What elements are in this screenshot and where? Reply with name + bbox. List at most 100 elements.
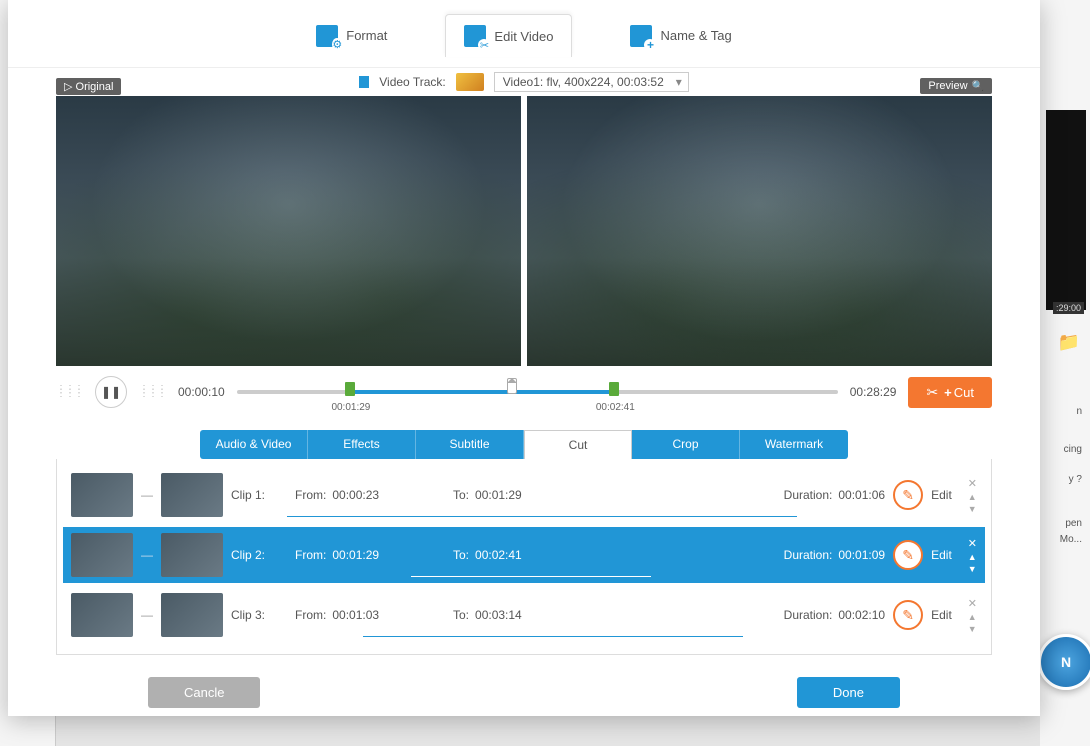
- to-value: 00:03:14: [475, 608, 522, 622]
- timeline-marker-end[interactable]: [609, 382, 619, 396]
- cut-button[interactable]: +Cut: [908, 377, 992, 408]
- clip-thumb-start: [71, 473, 133, 517]
- track-label: Video Track:: [379, 75, 445, 89]
- duration-value: 00:02:10: [838, 608, 885, 622]
- dash-icon: —: [141, 548, 153, 562]
- move-down-icon[interactable]: ▼: [968, 504, 977, 514]
- clip-name: Clip 2:: [231, 548, 287, 562]
- clip-row[interactable]: —Clip 1:From:00:00:23To:00:01:29Duration…: [63, 467, 985, 523]
- bg-text: n: [1076, 406, 1082, 417]
- clip-thumb-end: [161, 473, 223, 517]
- bg-run-button[interactable]: N: [1038, 634, 1090, 690]
- dash-icon: —: [141, 608, 153, 622]
- preview-video-pane: [527, 96, 992, 366]
- drag-handle-icon[interactable]: ⋮⋮⋮⋮⋮⋮: [56, 388, 83, 396]
- pause-button[interactable]: ❚❚: [95, 376, 127, 408]
- bg-text: Mo...: [1060, 534, 1082, 545]
- from-value: 00:01:03: [332, 608, 379, 622]
- duration-value: 00:01:06: [838, 488, 885, 502]
- to-label: To:: [453, 548, 469, 562]
- tab-effects[interactable]: Effects: [308, 430, 416, 459]
- clip-edit-label[interactable]: Edit: [931, 548, 952, 562]
- tab-name-tag[interactable]: Name & Tag: [612, 14, 749, 57]
- track-thumb: [456, 73, 484, 91]
- cancel-button[interactable]: Cancle: [148, 677, 260, 708]
- bg-text: pen: [1065, 518, 1082, 529]
- clip-edit-button[interactable]: ✎: [893, 540, 923, 570]
- clip-remove-icon[interactable]: ✕: [968, 477, 977, 490]
- dash-icon: —: [141, 488, 153, 502]
- marker-end-label: 00:02:41: [596, 402, 635, 413]
- underline: [363, 636, 743, 637]
- clip-edit-label[interactable]: Edit: [931, 608, 952, 622]
- timeline-playhead[interactable]: [507, 378, 517, 394]
- track-icon: [359, 76, 369, 88]
- from-label: From:: [295, 488, 326, 502]
- format-icon: [316, 25, 338, 47]
- edit-tabs: Audio & Video Effects Subtitle Cut Crop …: [56, 430, 992, 459]
- to-label: To:: [453, 488, 469, 502]
- duration-label: Duration:: [784, 548, 833, 562]
- clip-remove-icon[interactable]: ✕: [968, 597, 977, 610]
- tab-cut[interactable]: Cut: [524, 430, 632, 459]
- clip-row[interactable]: —Clip 2:From:00:01:29To:00:02:41Duration…: [63, 527, 985, 583]
- clip-name: Clip 1:: [231, 488, 287, 502]
- clip-thumb-end: [161, 593, 223, 637]
- tab-subtitle[interactable]: Subtitle: [416, 430, 524, 459]
- move-down-icon[interactable]: ▼: [968, 624, 977, 634]
- bg-text: y ?: [1069, 474, 1082, 485]
- clip-remove-icon[interactable]: ✕: [968, 537, 977, 550]
- tag-icon: [630, 25, 652, 47]
- marker-start-label: 00:01:29: [331, 402, 370, 413]
- move-down-icon[interactable]: ▼: [968, 564, 977, 574]
- tab-label: Name & Tag: [660, 28, 731, 43]
- done-button[interactable]: Done: [797, 677, 900, 708]
- tab-audio-video[interactable]: Audio & Video: [200, 430, 308, 459]
- preview-badge[interactable]: Preview: [920, 78, 992, 94]
- move-up-icon[interactable]: ▲: [968, 612, 977, 622]
- tab-crop[interactable]: Crop: [632, 430, 740, 459]
- clip-row[interactable]: —Clip 3:From:00:01:03To:00:03:14Duration…: [63, 587, 985, 643]
- tab-label: Edit Video: [494, 29, 553, 44]
- clip-thumb-start: [71, 533, 133, 577]
- clip-edit-button[interactable]: ✎: [893, 480, 923, 510]
- to-value: 00:01:29: [475, 488, 522, 502]
- move-up-icon[interactable]: ▲: [968, 492, 977, 502]
- from-value: 00:01:29: [332, 548, 379, 562]
- bg-right-panel: :29:00 📁 n cing y ? pen Mo... N: [1040, 0, 1090, 746]
- tab-watermark[interactable]: Watermark: [740, 430, 848, 459]
- folder-icon[interactable]: 📁: [1058, 332, 1080, 353]
- underline: [287, 516, 797, 517]
- timeline-selection: [345, 390, 615, 394]
- tab-format[interactable]: Format: [298, 14, 405, 57]
- underline: [411, 576, 651, 577]
- clip-name: Clip 3:: [231, 608, 287, 622]
- bg-text: cing: [1064, 444, 1082, 455]
- bg-preview-thumb: [1046, 110, 1086, 310]
- to-value: 00:02:41: [475, 548, 522, 562]
- timeline-marker-start[interactable]: [345, 382, 355, 396]
- move-up-icon[interactable]: ▲: [968, 552, 977, 562]
- preview-area: Original Preview: [56, 96, 992, 366]
- playback-controls: ⋮⋮⋮⋮⋮⋮ ❚❚ ⋮⋮⋮⋮⋮⋮ 00:00:10 00:01:29 00:02…: [56, 376, 992, 408]
- clip-reorder-controls: ✕ ▲ ▼: [968, 477, 977, 514]
- clip-edit-button[interactable]: ✎: [893, 600, 923, 630]
- total-time: 00:28:29: [850, 385, 897, 399]
- current-time: 00:00:10: [178, 385, 225, 399]
- clip-reorder-controls: ✕ ▲ ▼: [968, 597, 977, 634]
- top-tabs: Format Edit Video Name & Tag: [8, 0, 1040, 68]
- track-select[interactable]: Video1: flv, 400x224, 00:03:52: [494, 72, 689, 92]
- drag-handle-icon[interactable]: ⋮⋮⋮⋮⋮⋮: [139, 388, 166, 396]
- from-value: 00:00:23: [332, 488, 379, 502]
- timeline[interactable]: 00:01:29 00:02:41: [237, 380, 838, 404]
- clip-thumb-start: [71, 593, 133, 637]
- to-label: To:: [453, 608, 469, 622]
- original-video-pane: [56, 96, 521, 366]
- clip-edit-label[interactable]: Edit: [931, 488, 952, 502]
- clip-thumb-end: [161, 533, 223, 577]
- tab-edit-video[interactable]: Edit Video: [445, 14, 572, 57]
- original-badge: Original: [56, 78, 121, 95]
- edit-icon: [464, 25, 486, 47]
- clip-reorder-controls: ✕ ▲ ▼: [968, 537, 977, 574]
- bg-time: :29:00: [1053, 302, 1084, 314]
